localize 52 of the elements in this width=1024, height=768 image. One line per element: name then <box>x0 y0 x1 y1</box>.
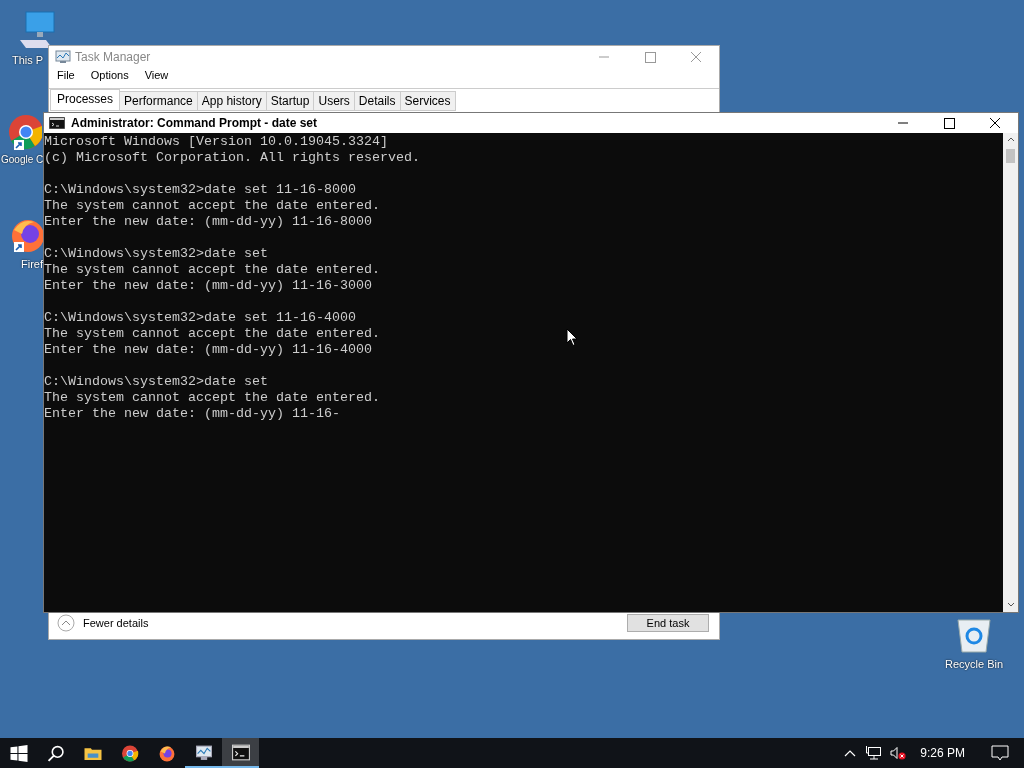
console-line: Enter the new date: (mm-dd-yy) 11-16-8000 <box>44 214 372 230</box>
tab[interactable]: Startup <box>265 91 315 111</box>
end-task-button[interactable]: End task <box>627 614 709 632</box>
speaker-icon[interactable] <box>890 746 907 760</box>
window-title: Task Manager <box>75 50 151 64</box>
desktop-icon-label[interactable]: Firef <box>21 258 43 270</box>
console-line: The system cannot accept the date entered. <box>44 198 380 214</box>
console-line: The system cannot accept the date entered. <box>44 326 380 342</box>
console-line: C:\Windows\system32>date set 11-16-4000 <box>44 310 356 326</box>
firefox-icon[interactable] <box>157 744 176 762</box>
menu-item[interactable]: File <box>57 69 75 85</box>
tab[interactable]: Users <box>313 91 355 111</box>
shortcut-arrow-icon <box>14 140 24 150</box>
menu-item[interactable]: View <box>144 69 169 85</box>
scrollbar[interactable] <box>1003 133 1018 612</box>
desktop-icon-label[interactable]: Google C <box>1 154 44 165</box>
collapse-icon[interactable] <box>57 614 75 632</box>
console-line: The system cannot accept the date entered. <box>44 390 380 406</box>
console-line: Enter the new date: (mm-dd-yy) 11-16-3000 <box>44 278 372 294</box>
console-line: (c) Microsoft Corporation. All rights reserved. <box>44 150 420 166</box>
tab[interactable]: Details <box>353 91 401 111</box>
menu-item[interactable]: Options <box>90 69 129 85</box>
desktop-icon-label[interactable]: This P <box>12 54 44 66</box>
mouse-cursor-icon <box>566 328 578 347</box>
tab[interactable]: Processes <box>50 89 121 111</box>
notifications-icon[interactable] <box>991 745 1009 761</box>
task-manager-icon <box>55 50 71 64</box>
search-icon[interactable] <box>46 744 65 762</box>
clock[interactable]: 9:26 PM <box>920 746 965 760</box>
tab[interactable]: Services <box>399 91 456 111</box>
network-icon[interactable] <box>866 746 883 760</box>
console-line: C:\Windows\system32>date set 11-16-8000 <box>44 182 356 198</box>
shortcut-arrow-icon <box>14 242 24 252</box>
desktop-icon-label[interactable]: Recycle Bin <box>944 658 1004 670</box>
chrome-icon[interactable] <box>120 744 139 762</box>
windows-logo-icon[interactable] <box>9 744 28 762</box>
console-line: C:\Windows\system32>date set <box>44 246 268 262</box>
tab[interactable]: Performance <box>119 91 198 111</box>
console-line: Enter the new date: (mm-dd-yy) 11-16-4000 <box>44 342 372 358</box>
fewer-details-link[interactable]: Fewer details <box>83 617 149 629</box>
scroll-thumb[interactable] <box>1006 149 1015 163</box>
console-line: Enter the new date: (mm-dd-yy) 11-16- <box>44 406 340 422</box>
tab[interactable]: App history <box>196 91 267 111</box>
task-manager-icon[interactable] <box>194 743 213 761</box>
computer-icon[interactable] <box>18 10 58 50</box>
console-line: The system cannot accept the date entered. <box>44 262 380 278</box>
window-title: Administrator: Command Prompt - date set <box>71 116 318 130</box>
console-line: C:\Windows\system32>date set <box>44 374 268 390</box>
console-line: Microsoft Windows [Version 10.0.19045.3324] <box>44 134 388 150</box>
taskbar-button[interactable] <box>222 738 259 768</box>
console-icon <box>49 117 65 129</box>
console-icon[interactable] <box>231 743 250 761</box>
